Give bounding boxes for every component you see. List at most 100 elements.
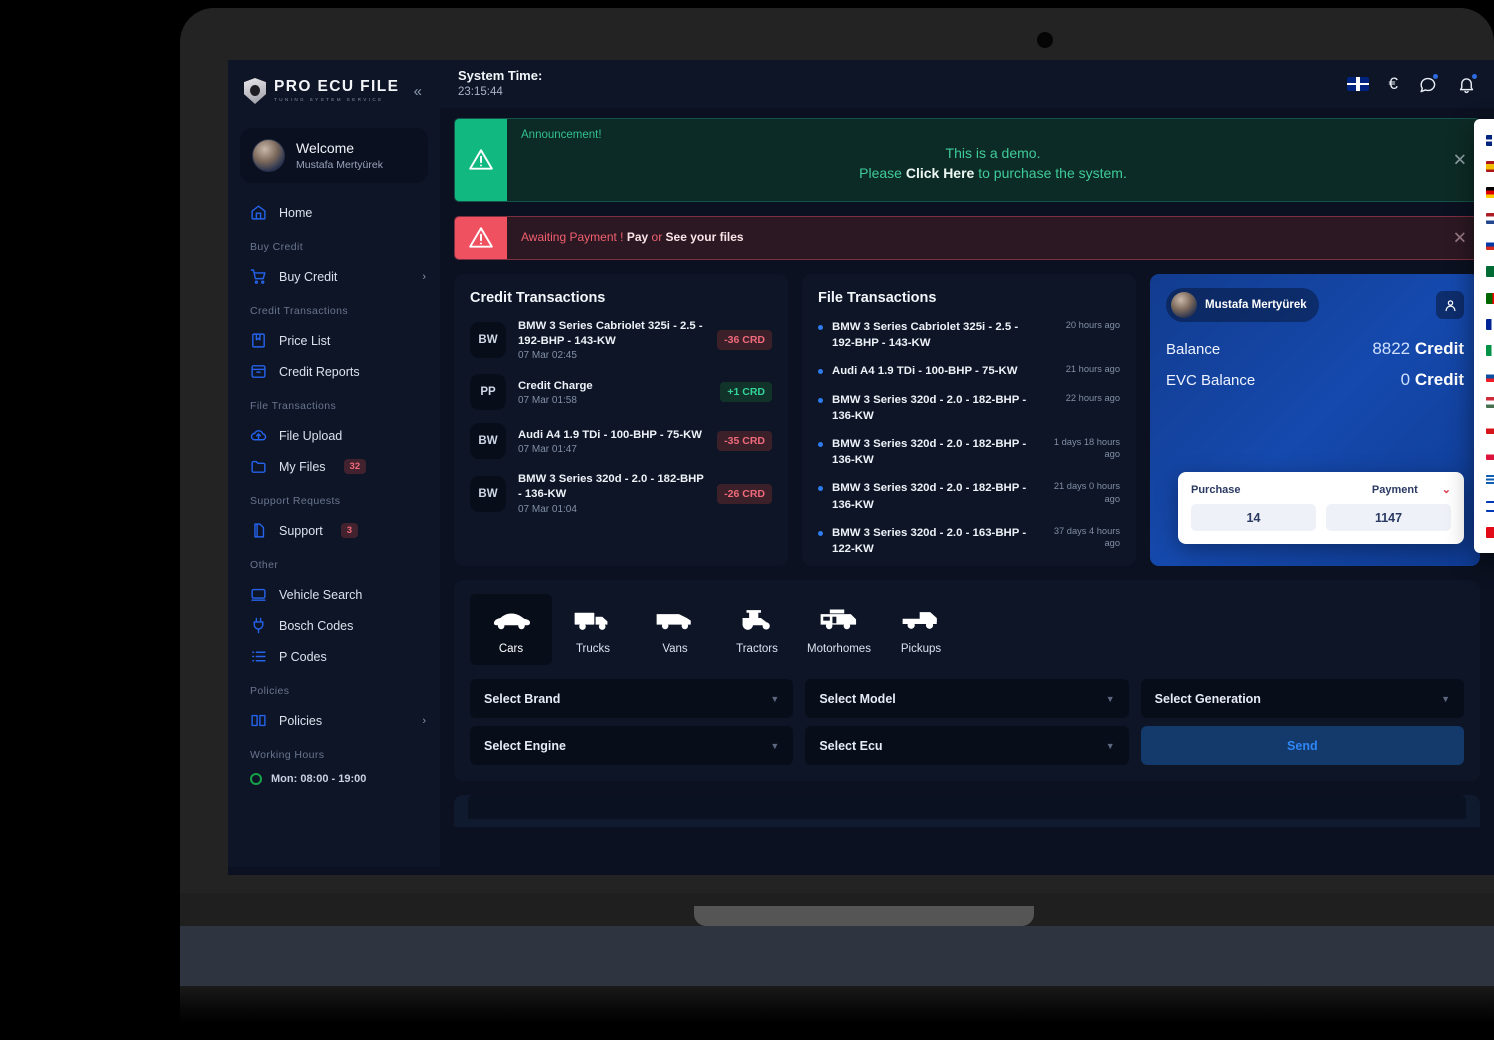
close-icon[interactable]: ✕	[1453, 152, 1467, 169]
avatar	[252, 139, 285, 172]
sidebar-section-title: Working Hours	[250, 749, 325, 761]
select-engine[interactable]: Select Engine ▼	[470, 726, 794, 765]
language-option-english[interactable]: English	[1474, 127, 1494, 153]
language-option-turkce[interactable]: Türkçe	[1474, 519, 1494, 545]
language-option-arabic[interactable]: العربية	[1474, 257, 1494, 285]
bell-icon[interactable]	[1457, 73, 1477, 94]
row-avatar: BW	[470, 322, 506, 359]
flag-nl-icon	[1486, 212, 1494, 224]
sidebar-section-title: Other	[250, 559, 279, 571]
tab-tractors[interactable]: Tractors	[716, 594, 798, 665]
tab-cars[interactable]: Cars	[470, 594, 552, 665]
tab-trucks[interactable]: Trucks	[552, 594, 634, 665]
list-item[interactable]: Audi A4 1.9 TDi - 100-BHP - 75-KW 21 hou…	[818, 363, 1120, 379]
sidebar-item-vehicle-search[interactable]: Vehicle Search	[228, 579, 440, 610]
language-option-magyar[interactable]: Magyar	[1474, 389, 1494, 415]
list-item[interactable]: BMW 3 Series 320d - 2.0 - 182-BHP - 136-…	[818, 392, 1120, 424]
list-item[interactable]: BMW 3 Series 320d - 2.0 - 163-BHP - 122-…	[818, 525, 1120, 557]
list-item[interactable]: BMW 3 Series 320d - 2.0 - 182-BHP - 136-…	[818, 436, 1120, 468]
language-option-deutsch[interactable]: Deutsch	[1474, 179, 1494, 205]
row-date: 07 Mar 01:47	[518, 444, 577, 456]
sidebar-item-label: Price List	[279, 333, 331, 348]
tractor-icon	[736, 606, 778, 634]
sidebar-item-file-upload[interactable]: File Upload	[228, 420, 440, 451]
sidebar-item-credit-reports[interactable]: Credit Reports	[228, 356, 440, 387]
sidebar-collapse-icon[interactable]: «	[410, 81, 426, 102]
pickup-icon	[900, 606, 942, 634]
language-option-francais[interactable]: Français	[1474, 311, 1494, 337]
chevron-down-icon: ▼	[770, 740, 780, 751]
language-option-slovensky[interactable]: Slovenský	[1474, 363, 1494, 389]
tab-pickups[interactable]: Pickups	[880, 594, 962, 665]
language-option-cesky[interactable]: Česky	[1474, 415, 1494, 441]
sidebar-item-buy-credit[interactable]: Buy Credit ›	[228, 261, 440, 292]
person-icon[interactable]	[1436, 291, 1464, 319]
sidebar-item-policies[interactable]: Policies ›	[228, 705, 440, 736]
list-item-label: BMW 3 Series 320d - 2.0 - 182-BHP - 136-…	[832, 393, 1027, 422]
table-row[interactable]: BW Audi A4 1.9 TDi - 100-BHP - 75-KW 07 …	[470, 423, 772, 460]
list-item[interactable]: BMW 3 Series 320d - 2.0 - 182-BHP - 136-…	[818, 480, 1120, 512]
chat-icon[interactable]	[1418, 73, 1438, 94]
flag-pl-icon	[1486, 448, 1494, 460]
euro-icon[interactable]: €	[1389, 74, 1398, 94]
flag-es-icon	[1486, 160, 1494, 172]
close-icon[interactable]: ✕	[1453, 230, 1467, 247]
tab-vans[interactable]: Vans	[634, 594, 716, 665]
language-option-hebrew[interactable]: עברית	[1474, 493, 1494, 519]
tab-label: Trucks	[575, 643, 611, 655]
sidebar-item-label: Bosch Codes	[279, 618, 354, 633]
send-button[interactable]: Send	[1140, 726, 1464, 765]
row-amount: -36 CRD	[717, 330, 772, 351]
bullet-icon	[818, 530, 823, 536]
select-model[interactable]: Select Model ▼	[805, 679, 1129, 718]
language-option-portugues[interactable]: Português	[1474, 285, 1494, 311]
user-info: Welcome Mustafa Mertyürek	[296, 140, 383, 170]
language-option-russian[interactable]: Русский	[1474, 231, 1494, 257]
sidebar-item-label: Vehicle Search	[279, 587, 363, 602]
flag-sk-icon	[1486, 370, 1494, 382]
select-brand[interactable]: Select Brand ▼	[470, 679, 794, 718]
language-option-espanol[interactable]: Español	[1474, 153, 1494, 179]
row-title: BMW 3 Series Cabriolet 325i - 2.5 - 192-…	[518, 320, 703, 347]
language-option-greek[interactable]: Ελληνικά	[1474, 467, 1494, 493]
vehicle-selector-block: Cars Trucks Vans Tractors Motorhomes Pic…	[454, 580, 1480, 781]
table-row[interactable]: PP Credit Charge 07 Mar 01:58 +1 CRD	[470, 374, 772, 411]
sidebar-item-p-codes[interactable]: P Codes	[228, 641, 440, 672]
sidebar-item-my-files[interactable]: My Files 32	[228, 451, 440, 482]
card-title: Credit Transactions	[470, 290, 606, 306]
van-icon	[654, 606, 696, 634]
app-root: PRO ECU FILE TUNING SYSTEM SERVICE « Wel…	[228, 60, 1494, 875]
list-item[interactable]: BMW 3 Series Cabriolet 325i - 2.5 - 192-…	[818, 319, 1120, 351]
balance-label: Balance	[1166, 341, 1221, 358]
language-option-nederlands[interactable]: Nederlands	[1474, 205, 1494, 231]
language-option-italiano[interactable]: Italiano	[1474, 337, 1494, 363]
welcome-label: Welcome	[296, 140, 355, 157]
sidebar-item-price-list[interactable]: Price List	[228, 325, 440, 356]
chevron-down-icon: ▼	[1105, 740, 1115, 751]
motorhome-icon	[818, 606, 860, 634]
table-row[interactable]: BW BMW 3 Series 320d - 2.0 - 182-BHP - 1…	[470, 472, 772, 515]
flag-cz-icon	[1486, 422, 1494, 434]
tab-motorhomes[interactable]: Motorhomes	[798, 594, 880, 665]
sidebar-section-title: Policies	[250, 685, 290, 697]
purchase-payment-panel: Purchase Payment ⌄ 14 1147	[1178, 472, 1464, 544]
select-ecu[interactable]: Select Ecu ▼	[805, 726, 1129, 765]
purchase-panel-header: Purchase Payment ⌄	[1191, 483, 1451, 497]
chevron-down-icon[interactable]: ⌄	[1442, 483, 1451, 496]
flag-uk-icon[interactable]	[1346, 77, 1369, 91]
table-row[interactable]: BW BMW 3 Series Cabriolet 325i - 2.5 - 1…	[470, 319, 772, 361]
sidebar-item-support[interactable]: Support 3	[228, 515, 440, 546]
tab-label: Motorhomes	[807, 643, 871, 655]
select-generation[interactable]: Select Generation ▼	[1140, 679, 1464, 718]
language-option-polski[interactable]: Polski	[1474, 441, 1494, 467]
click-here-link[interactable]: Click Here	[906, 165, 974, 181]
sidebar-item-home[interactable]: Home	[228, 197, 440, 228]
chat-badge-dot	[1433, 73, 1438, 79]
pay-link[interactable]: Pay	[627, 230, 648, 244]
sidebar-user-card[interactable]: Welcome Mustafa Mertyürek	[240, 128, 428, 183]
bullet-icon	[818, 325, 823, 330]
sidebar-item-bosch-codes[interactable]: Bosch Codes	[228, 610, 440, 641]
flag-gr-icon	[1486, 474, 1494, 486]
see-files-link[interactable]: See your files	[666, 230, 744, 244]
brand-row: PRO ECU FILE TUNING SYSTEM SERVICE «	[228, 60, 440, 118]
